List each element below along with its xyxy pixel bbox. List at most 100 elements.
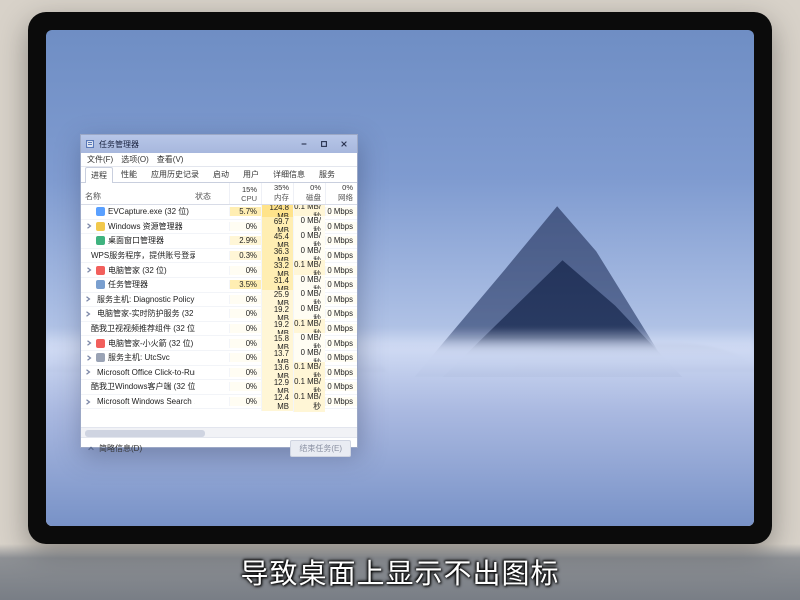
- process-name-cell: Microsoft Windows Search …: [81, 397, 195, 406]
- app-icon: [96, 236, 105, 245]
- metric-cell-net: 0 Mbps: [325, 397, 357, 406]
- metric-cell-cpu: 0%: [229, 295, 261, 304]
- tab-4[interactable]: 用户: [237, 166, 265, 182]
- menu-view[interactable]: 查看(V): [157, 154, 184, 165]
- subtitle-text: 导致桌面上显示不出图标: [240, 552, 559, 592]
- horizontal-scrollbar[interactable]: [81, 427, 357, 437]
- metric-cell-cpu: 0%: [229, 382, 261, 391]
- metric-cell-disk: 0.1 MB/秒: [293, 392, 325, 412]
- column-header-network[interactable]: 0%网络: [325, 183, 357, 204]
- expand-icon[interactable]: [85, 399, 91, 405]
- process-name: WPS服务程序，提供账号登录…: [91, 250, 195, 261]
- process-row[interactable]: Microsoft Windows Search … 0%12.4 MB0.1 M…: [81, 395, 357, 410]
- column-header-disk[interactable]: 0%磁盘: [293, 183, 325, 204]
- metric-cell-cpu: 0%: [229, 397, 261, 406]
- scrollbar-thumb[interactable]: [85, 430, 205, 437]
- process-name-cell: 酷我卫视视频推荐组件 (32 位): [81, 323, 195, 334]
- metric-cell-net: 0 Mbps: [325, 280, 357, 289]
- menu-file[interactable]: 文件(F): [87, 154, 113, 165]
- menu-options[interactable]: 选项(O): [121, 154, 149, 165]
- process-name-cell: 任务管理器: [81, 279, 195, 290]
- process-name: 服务主机: Diagnostic Policy S…: [97, 294, 195, 305]
- metric-cell-net: 0 Mbps: [325, 382, 357, 391]
- metric-cell-net: 0 Mbps: [325, 222, 357, 231]
- tab-5[interactable]: 详细信息: [267, 166, 311, 182]
- expand-icon[interactable]: [85, 355, 93, 361]
- process-name: 酷我卫视视频推荐组件 (32 位): [91, 323, 195, 334]
- metric-cell-net: 0 Mbps: [325, 207, 357, 216]
- column-headers: 名称 状态 15%CPU 35%内存 0%磁盘 0%网络: [81, 183, 357, 205]
- metric-cell-net: 0 Mbps: [325, 309, 357, 318]
- process-name-cell: 服务主机: UtcSvc: [81, 352, 195, 363]
- process-name: EVCapture.exe (32 位): [108, 206, 189, 217]
- column-header-status[interactable]: 状态: [195, 183, 229, 204]
- window-footer: 简略信息(D) 结束任务(E): [81, 437, 357, 459]
- subtitle-overlay: 导致桌面上显示不出图标: [0, 544, 800, 600]
- desktop-wallpaper: 任务管理器 文件(F) 选项(O) 查看(V) 进程性能应用历史记录启动用户详细…: [46, 30, 754, 526]
- tab-6[interactable]: 服务: [313, 166, 341, 182]
- metric-cell-net: 0 Mbps: [325, 368, 357, 377]
- metric-cell-mem: 12.4 MB: [261, 393, 293, 411]
- metric-cell-cpu: 0%: [229, 368, 261, 377]
- maximize-button[interactable]: [315, 138, 333, 150]
- process-name-cell: EVCapture.exe (32 位): [81, 206, 195, 217]
- chevron-up-icon: [87, 445, 95, 453]
- metric-cell-cpu: 0%: [229, 353, 261, 362]
- process-name: 酷我卫Windows客户端 (32 位): [91, 381, 195, 392]
- metric-cell-cpu: 0.3%: [229, 251, 261, 260]
- minimize-button[interactable]: [295, 138, 313, 150]
- tab-2[interactable]: 应用历史记录: [145, 166, 205, 182]
- task-manager-icon: [85, 139, 95, 149]
- expand-icon[interactable]: [85, 311, 91, 317]
- window-title: 任务管理器: [99, 139, 291, 150]
- tab-1[interactable]: 性能: [115, 166, 143, 182]
- titlebar[interactable]: 任务管理器: [81, 135, 357, 153]
- metric-cell-cpu: 0%: [229, 309, 261, 318]
- metric-cell-net: 0 Mbps: [325, 324, 357, 333]
- expand-icon[interactable]: [85, 267, 93, 273]
- process-name: 任务管理器: [108, 279, 148, 290]
- expand-icon[interactable]: [85, 223, 93, 229]
- app-icon: [96, 222, 105, 231]
- metric-cell-cpu: 0%: [229, 266, 261, 275]
- monitor-frame: 任务管理器 文件(F) 选项(O) 查看(V) 进程性能应用历史记录启动用户详细…: [28, 12, 772, 544]
- metric-cell-net: 0 Mbps: [325, 353, 357, 362]
- process-name: 服务主机: UtcSvc: [108, 352, 170, 363]
- fewer-details-toggle[interactable]: 简略信息(D): [87, 443, 142, 454]
- process-name: 电脑管家-实时防护服务 (32 位): [97, 308, 195, 319]
- column-header-cpu[interactable]: 15%CPU: [229, 183, 261, 204]
- process-name: 桌面窗口管理器: [108, 235, 164, 246]
- menu-bar: 文件(F) 选项(O) 查看(V): [81, 153, 357, 167]
- metric-cell-cpu: 0%: [229, 339, 261, 348]
- process-list[interactable]: EVCapture.exe (32 位)5.7%124.8 MB0.1 MB/秒…: [81, 205, 357, 427]
- tab-0[interactable]: 进程: [85, 167, 113, 183]
- end-task-button[interactable]: 结束任务(E): [290, 440, 351, 457]
- metric-cell-net: 0 Mbps: [325, 266, 357, 275]
- process-name-cell: Microsoft Office Click-to-Run…: [81, 368, 195, 377]
- metric-cell-net: 0 Mbps: [325, 295, 357, 304]
- process-name: 电脑管家 (32 位): [108, 265, 167, 276]
- metric-cell-net: 0 Mbps: [325, 236, 357, 245]
- metric-cell-cpu: 5.7%: [229, 207, 261, 216]
- expand-icon[interactable]: [85, 296, 91, 302]
- process-name: Microsoft Office Click-to-Run…: [97, 368, 195, 377]
- app-icon: [96, 207, 105, 216]
- app-icon: [96, 353, 105, 362]
- column-header-memory[interactable]: 35%内存: [261, 183, 293, 204]
- metric-cell-net: 0 Mbps: [325, 251, 357, 260]
- metric-cell-cpu: 2.9%: [229, 236, 261, 245]
- process-name: Windows 资源管理器: [108, 221, 183, 232]
- app-icon: [96, 339, 105, 348]
- column-header-name[interactable]: 名称: [81, 183, 195, 204]
- app-icon: [96, 266, 105, 275]
- app-icon: [96, 280, 105, 289]
- close-button[interactable]: [335, 138, 353, 150]
- expand-icon[interactable]: [85, 369, 91, 375]
- metric-cell-cpu: 0%: [229, 222, 261, 231]
- stage: 任务管理器 文件(F) 选项(O) 查看(V) 进程性能应用历史记录启动用户详细…: [0, 0, 800, 600]
- process-name-cell: 电脑管家-实时防护服务 (32 位): [81, 308, 195, 319]
- process-name-cell: 桌面窗口管理器: [81, 235, 195, 246]
- expand-icon[interactable]: [85, 340, 93, 346]
- process-name: Microsoft Windows Search …: [97, 397, 195, 406]
- tab-3[interactable]: 启动: [207, 166, 235, 182]
